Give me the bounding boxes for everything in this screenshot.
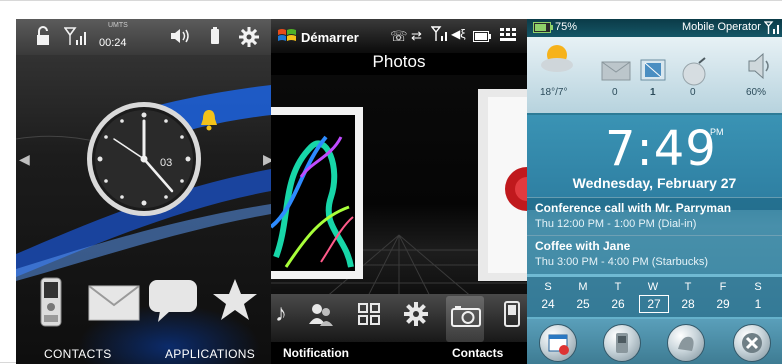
status-bar: UMTS 00:24 bbox=[16, 19, 271, 55]
ampm-indicator: PM bbox=[710, 127, 724, 137]
calendar-date[interactable]: 29 bbox=[709, 297, 737, 311]
settings-gear-icon[interactable] bbox=[403, 301, 429, 334]
status-time: 00:24 bbox=[99, 37, 127, 49]
weekday-label: S bbox=[754, 281, 762, 293]
email-count: 1 bbox=[650, 87, 656, 98]
sms-count: 0 bbox=[612, 87, 618, 98]
signal-icon bbox=[763, 21, 780, 38]
people-icon[interactable] bbox=[307, 300, 335, 335]
volume-percent: 60% bbox=[746, 87, 767, 98]
mail-icon[interactable] bbox=[88, 285, 140, 326]
time-widget[interactable]: 7:49 PM Wednesday, February 27 bbox=[527, 115, 782, 210]
sms-icon[interactable] bbox=[601, 61, 631, 81]
battery-icon bbox=[533, 22, 553, 36]
message-bubble-icon[interactable] bbox=[148, 279, 198, 328]
calendar-date[interactable]: 26 bbox=[604, 297, 632, 311]
weekday-label: T bbox=[684, 281, 692, 293]
bottom-dock bbox=[527, 319, 782, 364]
calendar-date[interactable]: 24 bbox=[534, 297, 562, 311]
large-time: 7:49 bbox=[605, 121, 717, 177]
appointment-item[interactable]: Conference call with Mr. Parryman Thu 12… bbox=[527, 197, 782, 236]
calendar-date[interactable]: 28 bbox=[674, 297, 702, 311]
applications-label[interactable]: APPLICATIONS bbox=[165, 347, 255, 361]
appointment-detail: Thu 3:00 PM - 4:00 PM (Starbucks) bbox=[535, 256, 709, 268]
softkey-bar: Notification Contacts bbox=[271, 342, 527, 364]
page-title: Photos bbox=[372, 52, 426, 71]
contacts-label[interactable]: CONTACTS bbox=[44, 347, 112, 361]
week-calendar-strip: S M T W T F S 24 25 26 27 28 29 1 bbox=[527, 277, 782, 317]
network-type: UMTS bbox=[108, 22, 128, 29]
alarm-bell-icon[interactable] bbox=[196, 107, 222, 133]
close-orb-icon[interactable] bbox=[733, 324, 771, 362]
gear-icon[interactable] bbox=[238, 26, 260, 52]
calendar-date[interactable]: 1 bbox=[744, 297, 772, 311]
softkey-right[interactable]: Contacts bbox=[452, 346, 503, 360]
bottom-dock: CONTACTS APPLICATIONS bbox=[16, 271, 271, 364]
weekday-label: W bbox=[647, 281, 659, 293]
appointment-item[interactable]: Coffee with Jane Thu 3:00 PM - 4:00 PM (… bbox=[527, 235, 782, 274]
weather-temperature: 18°/7° bbox=[540, 87, 568, 98]
weekday-label: S bbox=[544, 281, 552, 293]
email-icon[interactable] bbox=[639, 57, 669, 83]
music-icon[interactable]: ♪ bbox=[275, 300, 287, 328]
notification-strip: 18°/7° 0 1 0 60% bbox=[527, 37, 782, 113]
photo-thumbnail-left[interactable] bbox=[271, 107, 363, 279]
lock-icon[interactable] bbox=[35, 26, 51, 50]
signal-icon bbox=[63, 26, 88, 50]
keyboard-icon[interactable] bbox=[499, 27, 519, 48]
sun-cloud-icon[interactable] bbox=[539, 41, 575, 73]
weekday-label: F bbox=[719, 281, 727, 293]
start-menu-label[interactable]: Démarrer bbox=[301, 30, 359, 45]
sense-home-screen: 75% Mobile Operator 18°/7° 0 1 0 60% 7:4… bbox=[527, 19, 782, 364]
photos-orb-icon[interactable] bbox=[667, 324, 705, 362]
star-icon[interactable] bbox=[212, 277, 258, 328]
appointment-detail: Thu 12:00 PM - 1:00 PM (Dial-in) bbox=[535, 218, 697, 230]
home-screen-dark: UMTS 00:24 ◀ ▶ 03 CONTACTS APPLICATIONS bbox=[16, 19, 271, 364]
weekday-label: M bbox=[578, 281, 588, 293]
status-bar: Démarrer ☏ ⇄ ◀ξ bbox=[271, 19, 527, 53]
speaker-icon[interactable] bbox=[745, 51, 773, 81]
phone-icon[interactable] bbox=[40, 277, 62, 332]
clock-date-number: 03 bbox=[160, 157, 172, 169]
scroll-right-arrow[interactable]: ▶ bbox=[263, 151, 271, 168]
volume-icon[interactable] bbox=[169, 26, 191, 50]
weekday-label: T bbox=[614, 281, 622, 293]
phone-orb-icon[interactable] bbox=[603, 324, 641, 362]
analog-clock-widget[interactable]: 03 bbox=[84, 99, 204, 219]
appointment-title: Coffee with Jane bbox=[535, 239, 631, 253]
missed-call-count: 0 bbox=[690, 87, 696, 98]
data-connection-icon: ⇄ bbox=[411, 28, 422, 43]
volume-icon[interactable]: ◀ξ bbox=[451, 27, 466, 41]
photos-carousel-screen: Démarrer ☏ ⇄ ◀ξ Photos ♪ Notification Co… bbox=[271, 19, 527, 364]
operator-name: Mobile Operator bbox=[682, 21, 761, 33]
battery-percent: 75% bbox=[555, 21, 578, 33]
battery-icon bbox=[473, 29, 491, 47]
signal-icon bbox=[430, 26, 449, 47]
windows-flag-icon[interactable] bbox=[277, 27, 297, 50]
current-date: Wednesday, February 27 bbox=[572, 175, 737, 191]
calendar-date-today[interactable]: 27 bbox=[639, 295, 669, 313]
screenshot-frame: UMTS 00:24 ◀ ▶ 03 CONTACTS APPLICATIONS … bbox=[0, 0, 782, 364]
phone-status-icon: ☏ bbox=[390, 28, 408, 44]
calendar-date[interactable]: 25 bbox=[569, 297, 597, 311]
softkey-left[interactable]: Notification bbox=[283, 346, 349, 360]
status-bar: 75% Mobile Operator bbox=[527, 19, 782, 37]
photo-thumbnail-right[interactable] bbox=[478, 89, 527, 281]
mobile-device-icon[interactable] bbox=[503, 301, 521, 334]
battery-icon bbox=[209, 26, 221, 50]
calendar-orb-icon[interactable] bbox=[539, 324, 577, 362]
scroll-left-arrow[interactable]: ◀ bbox=[19, 151, 30, 168]
camera-icon[interactable] bbox=[451, 305, 481, 334]
grid-apps-icon[interactable] bbox=[357, 302, 381, 333]
appointment-title: Conference call with Mr. Parryman bbox=[535, 201, 732, 215]
missed-call-icon[interactable] bbox=[679, 57, 711, 87]
